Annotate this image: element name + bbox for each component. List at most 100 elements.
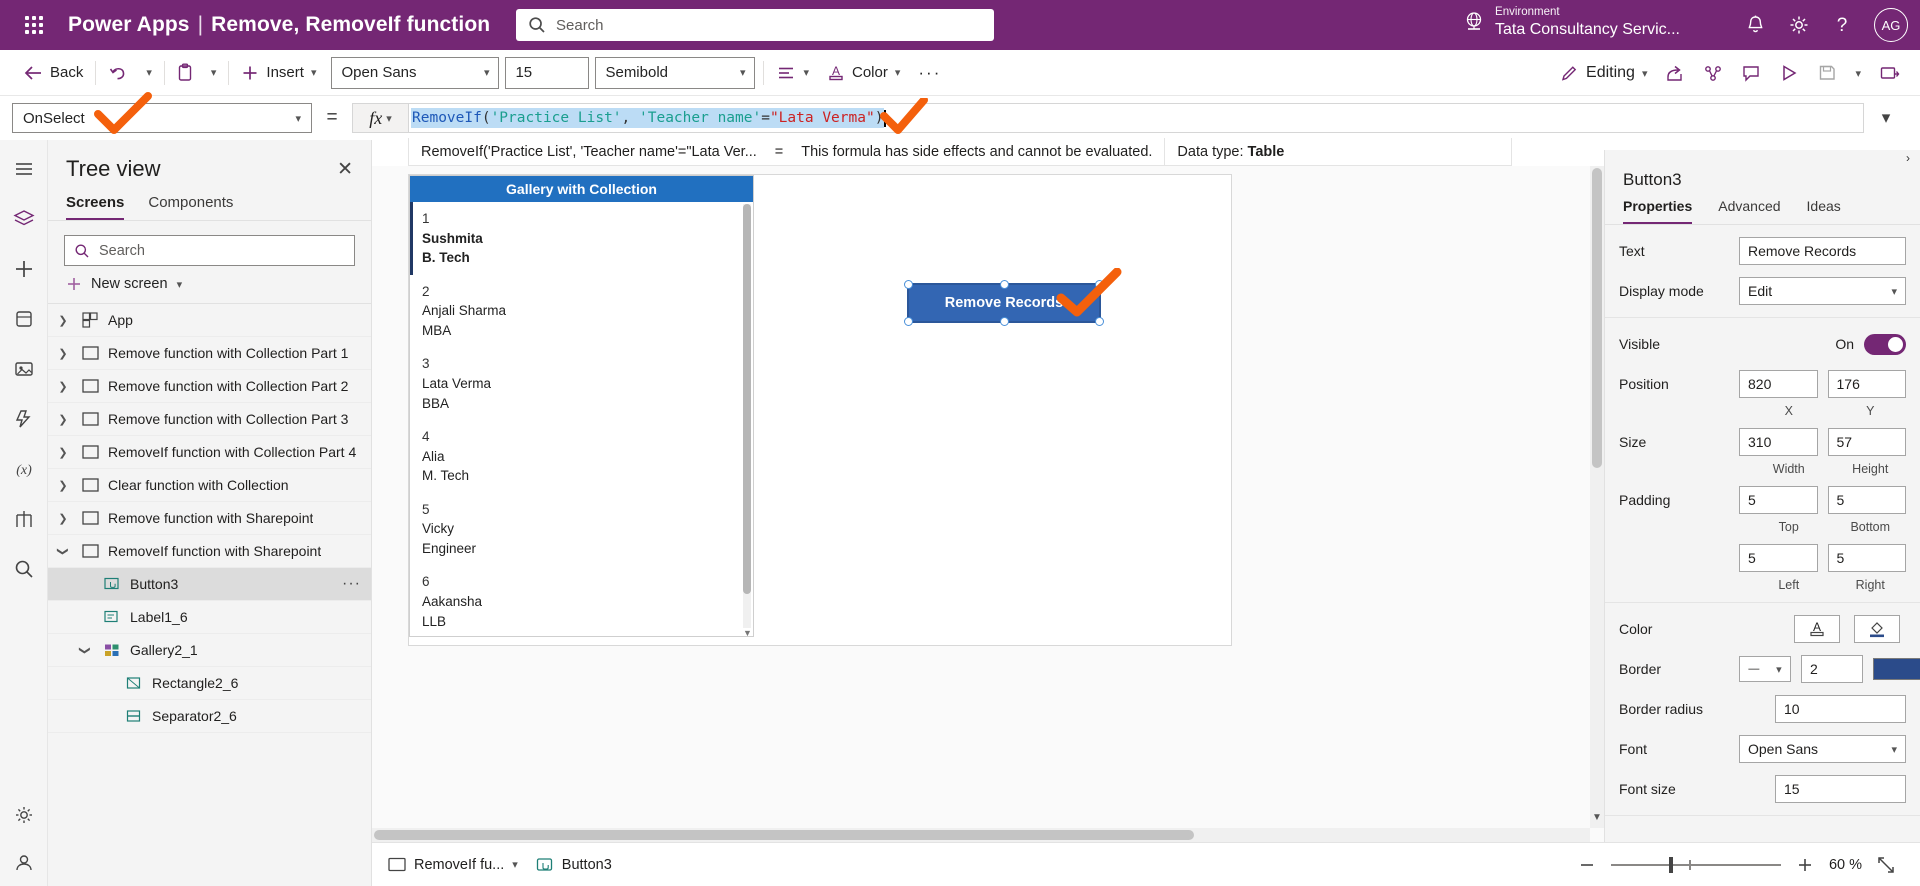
visible-toggle[interactable] bbox=[1864, 333, 1906, 355]
fill-bucket-icon[interactable] bbox=[1854, 615, 1900, 643]
bell-notification-icon[interactable] bbox=[1745, 14, 1766, 36]
tab-ideas[interactable]: Ideas bbox=[1807, 198, 1841, 224]
power-automate-button[interactable] bbox=[1694, 56, 1732, 90]
position-y-input[interactable]: 176 bbox=[1827, 370, 1906, 398]
resize-handle-br[interactable] bbox=[1095, 317, 1104, 326]
tab-properties[interactable]: Properties bbox=[1623, 198, 1693, 224]
resize-handle-bc[interactable] bbox=[1000, 317, 1009, 326]
data-layers-icon[interactable] bbox=[9, 204, 39, 234]
editing-mode-button[interactable]: Editing ▾ bbox=[1551, 56, 1656, 90]
padding-top-input[interactable]: 5 bbox=[1739, 486, 1818, 514]
share-button[interactable] bbox=[1656, 56, 1694, 90]
tree-item-removeif-function-with-sharepoint[interactable]: ❯ RemoveIf function with Sharepoint bbox=[48, 535, 371, 568]
chevron-right-icon[interactable]: ❯ bbox=[54, 314, 72, 327]
text-align-button[interactable]: ▾ bbox=[767, 56, 818, 90]
tree-item-remove-function-with-sharepoint[interactable]: ❯ Remove function with Sharepoint bbox=[48, 502, 371, 535]
font-weight-dropdown[interactable]: Semibold ▾ bbox=[595, 56, 756, 89]
zoom-in-plus-icon[interactable] bbox=[1795, 856, 1815, 874]
size-width-input[interactable]: 310 bbox=[1739, 428, 1818, 456]
position-x-input[interactable]: 820 bbox=[1739, 370, 1818, 398]
border-width-input[interactable]: 2 bbox=[1801, 655, 1863, 683]
chevron-down-icon[interactable]: ❯ bbox=[79, 641, 92, 659]
padding-right-input[interactable]: 5 bbox=[1827, 544, 1906, 572]
gallery-scroll-down-arrow[interactable]: ▼ bbox=[743, 628, 752, 638]
save-button[interactable] bbox=[1808, 56, 1846, 90]
tree-item-separator2-6[interactable]: Separator2_6 bbox=[48, 700, 371, 733]
zoom-slider-thumb[interactable] bbox=[1668, 856, 1673, 873]
paste-dropdown[interactable]: ▾ bbox=[202, 56, 226, 90]
publish-button[interactable] bbox=[1870, 56, 1910, 90]
chevron-right-icon[interactable]: ❯ bbox=[54, 479, 72, 492]
save-dropdown[interactable]: ▾ bbox=[1846, 56, 1870, 90]
gear-settings-icon[interactable] bbox=[1788, 14, 1810, 36]
app-screen-canvas[interactable]: Gallery with Collection 1 Sushmita B. Tech… bbox=[408, 174, 1232, 646]
chevron-right-icon[interactable]: ❯ bbox=[54, 380, 72, 393]
border-style-dropdown[interactable]: — ▾ bbox=[1739, 656, 1791, 682]
tree-item-app[interactable]: ❯ App bbox=[48, 304, 371, 337]
formula-input[interactable]: RemoveIf('Practice List', 'Teacher name'… bbox=[408, 103, 1864, 133]
gallery-item[interactable]: 6 Aakansha LLB bbox=[410, 565, 753, 638]
color-button[interactable]: A Color ▾ bbox=[818, 56, 909, 90]
avatar[interactable]: AG bbox=[1874, 8, 1908, 42]
chevron-right-icon[interactable]: › bbox=[1906, 151, 1910, 165]
tree-item-remove-function-with-collection-part-1[interactable]: ❯ Remove function with Collection Part 1 bbox=[48, 337, 371, 370]
undo-button[interactable] bbox=[99, 56, 137, 90]
zoom-slider[interactable] bbox=[1610, 856, 1781, 873]
screen-selector[interactable]: RemoveIf fu... ▾ bbox=[388, 857, 518, 873]
gallery-item[interactable]: 4 Alia M. Tech bbox=[410, 420, 753, 493]
tree-item-more-options[interactable]: ··· bbox=[342, 575, 361, 593]
back-button[interactable]: Back bbox=[14, 56, 92, 90]
tree-item-remove-function-with-collection-part-3[interactable]: ❯ Remove function with Collection Part 3 bbox=[48, 403, 371, 436]
text-value-input[interactable]: Remove Records bbox=[1739, 237, 1906, 265]
gallery-scroll-thumb[interactable] bbox=[743, 204, 751, 594]
chevron-down-icon[interactable]: ❯ bbox=[57, 542, 70, 560]
canvas-vscroll-thumb[interactable] bbox=[1592, 168, 1602, 468]
fit-to-screen-icon[interactable] bbox=[1876, 855, 1896, 875]
size-height-input[interactable]: 57 bbox=[1827, 428, 1906, 456]
account-icon[interactable] bbox=[9, 848, 39, 878]
padding-left-input[interactable]: 5 bbox=[1739, 544, 1818, 572]
help-question-icon[interactable]: ? bbox=[1832, 13, 1852, 37]
formula-expand-button[interactable]: ▾ bbox=[1864, 103, 1908, 133]
media-icon[interactable] bbox=[9, 354, 39, 384]
tree-item-gallery2-1[interactable]: ❯ Gallery2_1 bbox=[48, 634, 371, 667]
resize-handle-tc[interactable] bbox=[1000, 280, 1009, 289]
close-icon[interactable]: ✕ bbox=[337, 160, 353, 179]
gallery-item[interactable]: 3 Lata Verma BBA bbox=[410, 347, 753, 420]
gallery-item[interactable]: 5 Vicky Engineer bbox=[410, 493, 753, 566]
resize-handle-bl[interactable] bbox=[904, 317, 913, 326]
chevron-right-icon[interactable]: ❯ bbox=[54, 446, 72, 459]
gallery-control[interactable]: Gallery with Collection 1 Sushmita B. Tech… bbox=[409, 175, 754, 638]
displaymode-dropdown[interactable]: Edit ▾ bbox=[1739, 277, 1906, 305]
font-color-A-icon[interactable]: A bbox=[1794, 615, 1840, 643]
canvas-hscroll-thumb[interactable] bbox=[374, 830, 1194, 840]
data-sources-icon[interactable] bbox=[9, 304, 39, 334]
insert-button[interactable]: Insert ▾ bbox=[232, 56, 325, 90]
tree-item-clear-function-with-collection[interactable]: ❯ Clear function with Collection bbox=[48, 469, 371, 502]
chevron-right-icon[interactable]: ❯ bbox=[54, 347, 72, 360]
power-automate-icon[interactable] bbox=[9, 404, 39, 434]
tab-screens[interactable]: Screens bbox=[66, 194, 125, 220]
tree-search-input[interactable]: Search bbox=[64, 235, 355, 266]
app-launcher-icon[interactable] bbox=[12, 16, 56, 34]
more-options-button[interactable]: ··· bbox=[909, 56, 950, 90]
resize-handle-tl[interactable] bbox=[904, 280, 913, 289]
fx-button[interactable]: fx ▾ bbox=[352, 103, 408, 133]
font-family-dropdown[interactable]: Open Sans ▾ bbox=[331, 56, 500, 89]
resize-handle-tr[interactable] bbox=[1095, 280, 1104, 289]
border-color-swatch[interactable] bbox=[1873, 658, 1920, 680]
chevron-right-icon[interactable]: ❯ bbox=[54, 413, 72, 426]
padding-bottom-input[interactable]: 5 bbox=[1827, 486, 1906, 514]
components-tree-icon[interactable] bbox=[9, 504, 39, 534]
search-icon[interactable] bbox=[9, 554, 39, 584]
comment-button[interactable] bbox=[1732, 56, 1770, 90]
insert-plus-icon[interactable] bbox=[9, 254, 39, 284]
tree-item-removeif-function-with-collection-part-4[interactable]: ❯ RemoveIf function with Collection Part … bbox=[48, 436, 371, 469]
canvas-horizontal-scrollbar[interactable] bbox=[372, 828, 1590, 842]
gallery-item[interactable]: 1 Sushmita B. Tech bbox=[410, 202, 753, 275]
tree-item-button3[interactable]: Button3 ··· bbox=[48, 568, 371, 601]
remove-records-button[interactable]: Remove Records bbox=[904, 280, 1104, 326]
hamburger-menu-icon[interactable] bbox=[9, 154, 39, 184]
environment-selector[interactable]: Environment Tata Consultancy Servic... bbox=[1463, 6, 1680, 39]
gallery-scrollbar[interactable] bbox=[743, 204, 751, 628]
